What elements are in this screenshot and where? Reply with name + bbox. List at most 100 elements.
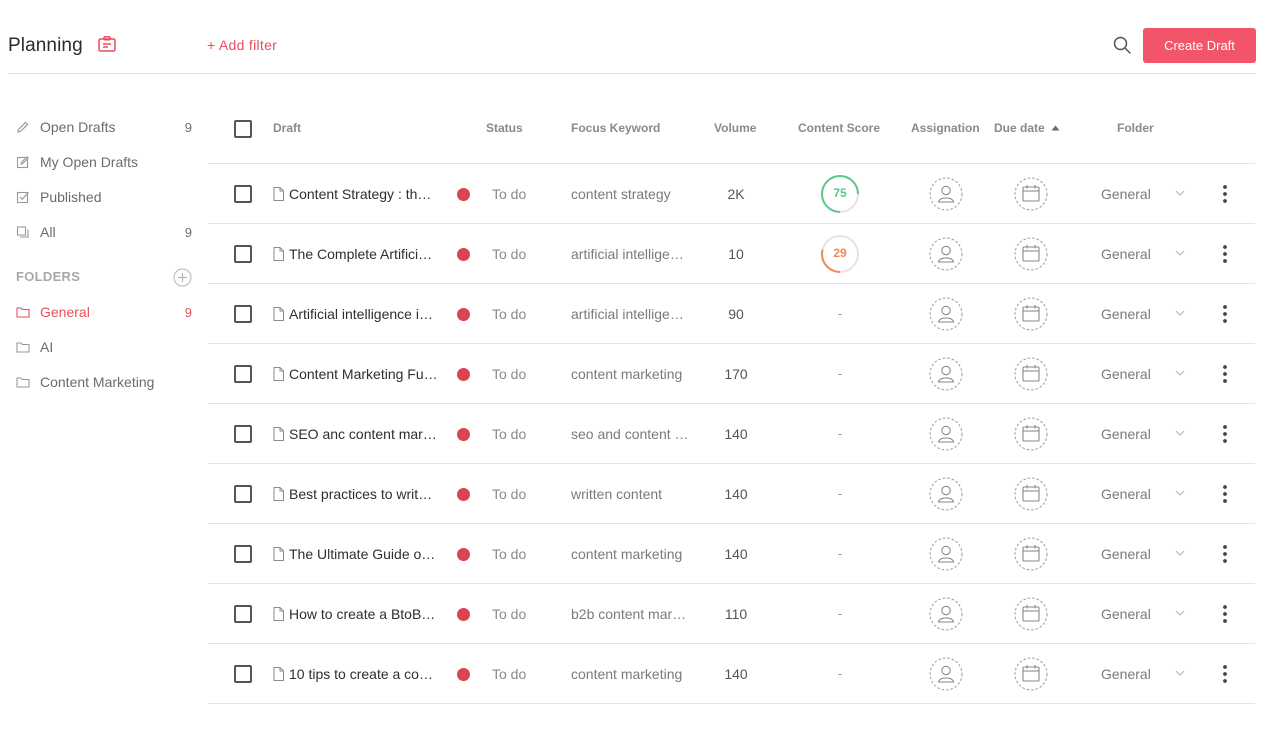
draft-title[interactable]: The Complete Artificial Intelligence Gui… — [289, 246, 439, 262]
draft-title[interactable]: Content Strategy : the ultimate guide — [289, 186, 439, 202]
draft-title[interactable]: How to create a BtoB content strategy — [289, 606, 439, 622]
content-score-ring[interactable]: 29 — [820, 234, 860, 274]
chevron-down-icon[interactable] — [1175, 250, 1185, 257]
chevron-down-icon[interactable] — [1175, 190, 1185, 197]
assign-user-icon[interactable] — [929, 177, 963, 211]
assign-user-icon[interactable] — [929, 237, 963, 271]
sidebar-item-published[interactable]: Published — [16, 187, 192, 207]
draft-title[interactable]: Artificial intelligence in marketing — [289, 306, 439, 322]
search-icon[interactable] — [1112, 35, 1132, 55]
status-label[interactable]: To do — [492, 306, 526, 322]
table-row[interactable]: SEO anc content marketing To do seo and … — [208, 404, 1255, 464]
table-row[interactable]: How to create a BtoB content strategy To… — [208, 584, 1255, 644]
more-options-icon[interactable] — [1218, 304, 1232, 324]
add-folder-icon[interactable] — [173, 268, 192, 287]
row-checkbox[interactable] — [234, 245, 252, 263]
status-label[interactable]: To do — [492, 186, 526, 202]
assign-user-icon[interactable] — [929, 537, 963, 571]
table-row[interactable]: Artificial intelligence in marketing To … — [208, 284, 1255, 344]
more-options-icon[interactable] — [1218, 604, 1232, 624]
content-score-ring[interactable]: 75 — [820, 174, 860, 214]
status-label[interactable]: To do — [492, 606, 526, 622]
column-header-status[interactable]: Status — [486, 121, 523, 135]
status-label[interactable]: To do — [492, 246, 526, 262]
status-label[interactable]: To do — [492, 666, 526, 682]
sidebar-folder-content-marketing[interactable]: Content Marketing — [16, 372, 192, 392]
table-row[interactable]: Content Strategy : the ultimate guide To… — [208, 164, 1255, 224]
row-checkbox[interactable] — [234, 665, 252, 683]
calendar-icon[interactable] — [1014, 237, 1048, 271]
row-checkbox[interactable] — [234, 425, 252, 443]
chevron-down-icon[interactable] — [1175, 430, 1185, 437]
status-label[interactable]: To do — [492, 366, 526, 382]
assign-user-icon[interactable] — [929, 597, 963, 631]
column-header-due-date[interactable]: Due date — [994, 121, 1060, 135]
chevron-down-icon[interactable] — [1175, 610, 1185, 617]
calendar-icon[interactable] — [1014, 537, 1048, 571]
chevron-down-icon[interactable] — [1175, 370, 1185, 377]
more-options-icon[interactable] — [1218, 664, 1232, 684]
assign-user-icon[interactable] — [929, 417, 963, 451]
focus-keyword: content marketing — [571, 366, 683, 382]
assign-user-icon[interactable] — [929, 297, 963, 331]
assign-user-icon[interactable] — [929, 657, 963, 691]
row-checkbox[interactable] — [234, 485, 252, 503]
sidebar-item-open-drafts[interactable]: Open Drafts 9 — [16, 117, 192, 137]
calendar-icon[interactable] — [1014, 357, 1048, 391]
column-header-focus-keyword[interactable]: Focus Keyword — [571, 121, 660, 135]
chevron-down-icon[interactable] — [1175, 670, 1185, 677]
calendar-icon[interactable] — [1014, 297, 1048, 331]
calendar-icon[interactable] — [1014, 657, 1048, 691]
chevron-down-icon[interactable] — [1175, 490, 1185, 497]
create-draft-button[interactable]: Create Draft — [1143, 28, 1256, 63]
content-score-empty: - — [837, 665, 843, 681]
status-label[interactable]: To do — [492, 426, 526, 442]
draft-title[interactable]: The Ultimate Guide of Content Marketing — [289, 546, 439, 562]
more-options-icon[interactable] — [1218, 364, 1232, 384]
sidebar-item-all[interactable]: All 9 — [16, 222, 192, 242]
calendar-icon[interactable] — [1014, 417, 1048, 451]
more-options-icon[interactable] — [1218, 244, 1232, 264]
row-checkbox[interactable] — [234, 305, 252, 323]
briefcase-icon[interactable] — [98, 36, 116, 52]
chevron-down-icon[interactable] — [1175, 550, 1185, 557]
column-header-volume[interactable]: Volume — [714, 121, 756, 135]
calendar-icon[interactable] — [1014, 177, 1048, 211]
draft-title[interactable]: 10 tips to create a content strategy — [289, 666, 439, 682]
more-options-icon[interactable] — [1218, 184, 1232, 204]
draft-title[interactable]: Best practices to write content — [289, 486, 439, 502]
more-options-icon[interactable] — [1218, 544, 1232, 564]
document-icon — [273, 367, 284, 381]
more-options-icon[interactable] — [1218, 424, 1232, 444]
calendar-icon[interactable] — [1014, 597, 1048, 631]
calendar-icon[interactable] — [1014, 477, 1048, 511]
table-row[interactable]: The Ultimate Guide of Content Marketing … — [208, 524, 1255, 584]
status-label[interactable]: To do — [492, 546, 526, 562]
status-label[interactable]: To do — [492, 486, 526, 502]
column-header-assignation[interactable]: Assignation — [911, 121, 980, 135]
sidebar-folder-general[interactable]: General 9 — [16, 302, 192, 322]
column-header-content-score[interactable]: Content Score — [798, 121, 880, 135]
table-row[interactable]: Best practices to write content To do wr… — [208, 464, 1255, 524]
row-checkbox[interactable] — [234, 605, 252, 623]
row-checkbox[interactable] — [234, 545, 252, 563]
table-row[interactable]: 10 tips to create a content strategy To … — [208, 644, 1255, 704]
table-row[interactable]: The Complete Artificial Intelligence Gui… — [208, 224, 1255, 284]
row-checkbox[interactable] — [234, 185, 252, 203]
select-all-checkbox[interactable] — [234, 120, 252, 138]
column-header-draft[interactable]: Draft — [273, 121, 301, 135]
more-options-icon[interactable] — [1218, 484, 1232, 504]
column-header-folder[interactable]: Folder — [1117, 121, 1154, 135]
table-row[interactable]: Content Marketing Fundamentals To do con… — [208, 344, 1255, 404]
search-volume: 110 — [724, 606, 748, 622]
sidebar-folder-ai[interactable]: AI — [16, 337, 192, 357]
add-filter-button[interactable]: + Add filter — [207, 37, 277, 53]
document-icon — [273, 427, 284, 441]
sidebar-item-my-open-drafts[interactable]: My Open Drafts — [16, 152, 192, 172]
assign-user-icon[interactable] — [929, 477, 963, 511]
chevron-down-icon[interactable] — [1175, 310, 1185, 317]
assign-user-icon[interactable] — [929, 357, 963, 391]
draft-title[interactable]: Content Marketing Fundamentals — [289, 366, 439, 382]
row-checkbox[interactable] — [234, 365, 252, 383]
draft-title[interactable]: SEO anc content marketing — [289, 426, 439, 442]
